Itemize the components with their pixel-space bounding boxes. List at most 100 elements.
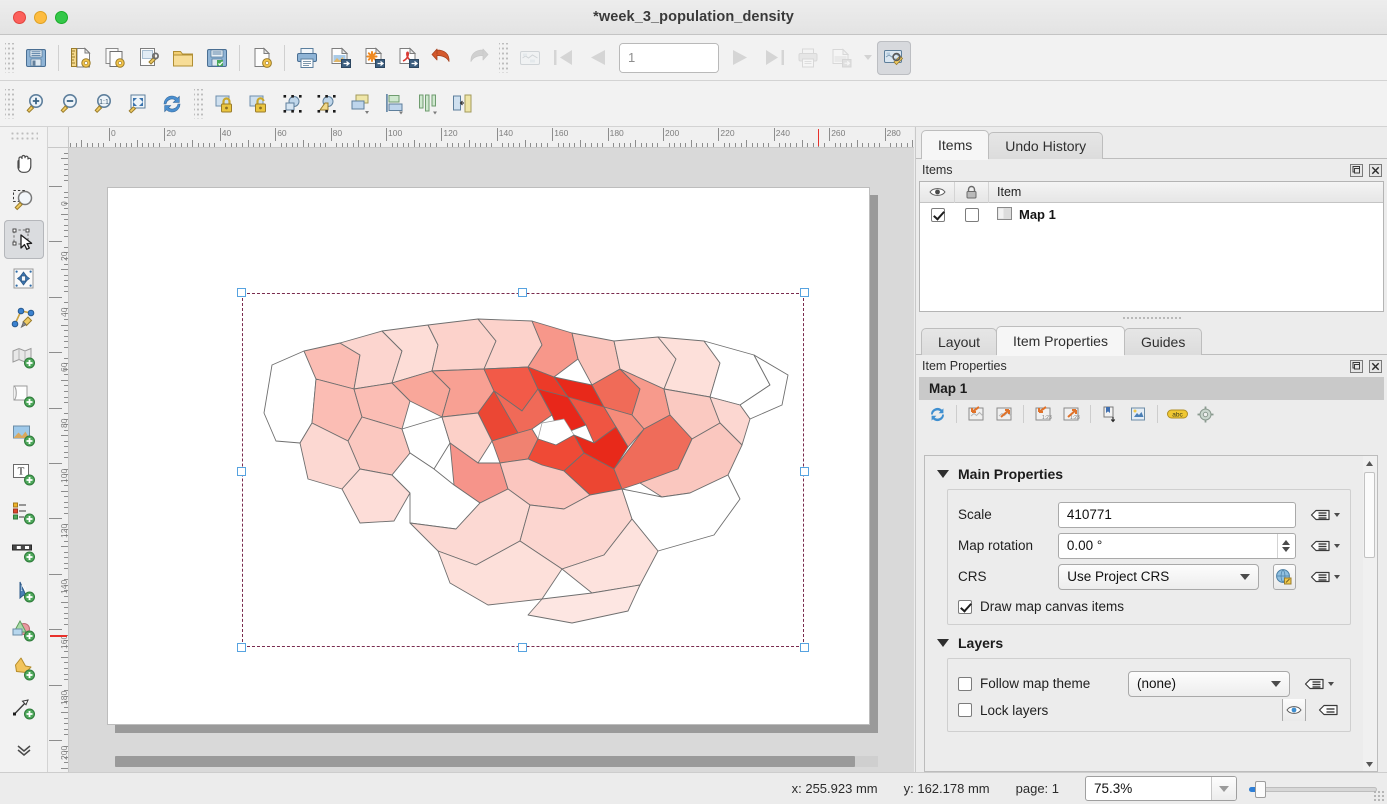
settings-gear-icon[interactable] — [1192, 402, 1218, 426]
atlas-settings-icon[interactable] — [513, 41, 547, 75]
view-toolbar-drag-handle[interactable] — [5, 89, 16, 119]
edit-nodes-tool[interactable] — [4, 298, 44, 337]
lock-layers-data-defined-override[interactable] — [1318, 700, 1340, 720]
add-node-shape-tool[interactable] — [4, 649, 44, 688]
tools-overflow-chevron-icon[interactable] — [14, 743, 34, 762]
set-canvas-scale-to-map-icon[interactable]: 1:23 — [1058, 402, 1084, 426]
lock-layers-checkbox[interactable] — [958, 703, 972, 717]
add-north-arrow-tool[interactable]: N — [4, 571, 44, 610]
set-map-extent-to-canvas-icon[interactable] — [963, 402, 989, 426]
collapse-triangle-icon[interactable] — [937, 639, 949, 647]
horizontal-ruler[interactable]: 020406080100120140160180200220240260280 — [69, 127, 914, 148]
save-project-icon[interactable] — [19, 41, 53, 75]
item-lock-checkbox[interactable] — [955, 203, 989, 226]
add-label-tool[interactable]: T — [4, 454, 44, 493]
resize-handle-w[interactable] — [237, 467, 246, 476]
tab-items[interactable]: Items — [921, 130, 989, 159]
zoom-level-value[interactable]: 75.3% — [1086, 777, 1211, 800]
abc-label-icon[interactable]: abc — [1164, 402, 1190, 426]
add-marker-tool[interactable] — [4, 610, 44, 649]
canvas-horizontal-scrollbar[interactable] — [115, 756, 878, 767]
scroll-up-arrow-icon[interactable] — [1363, 456, 1376, 470]
save-template-icon[interactable] — [200, 41, 234, 75]
section-main-properties-header[interactable]: Main Properties — [925, 456, 1363, 489]
resize-handle-se[interactable] — [800, 643, 809, 652]
distribute-items-icon[interactable] — [412, 87, 446, 121]
scale-input[interactable]: 410771 — [1058, 502, 1296, 528]
properties-vertical-scrollbar[interactable] — [1363, 455, 1378, 772]
bookmarks-icon[interactable] — [1097, 402, 1123, 426]
export-image-icon[interactable] — [324, 41, 358, 75]
add-picture-tool[interactable] — [4, 415, 44, 454]
new-layout-icon[interactable] — [64, 41, 98, 75]
undo-icon[interactable] — [426, 41, 460, 75]
properties-dock-close-icon[interactable] — [1367, 359, 1383, 374]
export-svg-icon[interactable] — [358, 41, 392, 75]
duplicate-layout-icon[interactable] — [98, 41, 132, 75]
add-legend-tool[interactable] — [4, 493, 44, 532]
layout-canvas[interactable] — [69, 148, 914, 772]
dock-splitter[interactable] — [1122, 312, 1182, 323]
items-dock-close-icon[interactable] — [1367, 163, 1383, 178]
lock-items-icon[interactable] — [208, 87, 242, 121]
add-shape-tool[interactable] — [4, 376, 44, 415]
atlas-print-icon[interactable] — [791, 41, 825, 75]
atlas-prev-feature-icon[interactable] — [581, 41, 615, 75]
align-items-icon[interactable] — [378, 87, 412, 121]
set-map-scale-to-canvas-icon[interactable]: 1:23 — [1030, 402, 1056, 426]
map-rotation-stepper[interactable] — [1277, 534, 1294, 558]
zoom-tool[interactable] — [4, 181, 44, 220]
atlas-page-field[interactable] — [619, 43, 719, 73]
tab-guides[interactable]: Guides — [1124, 328, 1202, 355]
scale-data-defined-override[interactable] — [1310, 505, 1340, 525]
section-layers-header[interactable]: Layers — [925, 625, 1363, 658]
crs-selector-button[interactable] — [1273, 564, 1296, 590]
item-row-label-wrap[interactable]: Map 1 — [989, 207, 1056, 223]
resize-handle-n[interactable] — [518, 288, 527, 297]
atlas-next-feature-icon[interactable] — [723, 41, 757, 75]
resize-items-icon[interactable] — [446, 87, 480, 121]
resize-handle-e[interactable] — [800, 467, 809, 476]
zoom-full-icon[interactable] — [121, 87, 155, 121]
draw-map-canvas-items-row[interactable]: Draw map canvas items — [958, 592, 1340, 614]
atlas-preview-icon[interactable] — [877, 41, 911, 75]
resize-handle-nw[interactable] — [237, 288, 246, 297]
atlas-last-feature-icon[interactable] — [757, 41, 791, 75]
open-folder-icon[interactable] — [166, 41, 200, 75]
item-properties-scroll-area[interactable]: Main Properties Scale 410771 Map rotatio… — [924, 455, 1363, 772]
atlas-page-input[interactable] — [620, 44, 719, 72]
resize-handle-sw[interactable] — [237, 643, 246, 652]
minimize-window-button[interactable] — [34, 11, 47, 24]
lock-layers-picker-button[interactable] — [1282, 699, 1306, 721]
refresh-icon[interactable] — [155, 87, 189, 121]
theme-data-defined-override[interactable] — [1304, 674, 1334, 694]
layout-manager-icon[interactable] — [132, 41, 166, 75]
zoom-slider[interactable] — [1249, 780, 1377, 798]
map-theme-select[interactable]: (none) — [1128, 671, 1290, 697]
item-visible-checkbox[interactable] — [920, 203, 955, 226]
export-pdf-icon[interactable] — [392, 41, 426, 75]
add-arrow-tool[interactable] — [4, 688, 44, 727]
labeling-icon[interactable] — [1125, 402, 1151, 426]
raise-items-icon[interactable] — [344, 87, 378, 121]
items-dock-float-icon[interactable] — [1348, 163, 1364, 178]
select-move-item-tool[interactable] — [4, 220, 44, 259]
scroll-down-arrow-icon[interactable] — [1363, 757, 1376, 771]
zoom-level-combo[interactable]: 75.3% — [1085, 776, 1237, 801]
ungroup-items-icon[interactable] — [310, 87, 344, 121]
atlas-export-dropdown-icon[interactable] — [859, 41, 877, 75]
window-controls[interactable] — [13, 11, 68, 24]
canvas-scrollbar-thumb[interactable] — [115, 756, 855, 767]
crs-data-defined-override[interactable] — [1310, 567, 1340, 587]
maximize-window-button[interactable] — [55, 11, 68, 24]
layout-page[interactable] — [107, 187, 870, 725]
rotation-data-defined-override[interactable] — [1310, 536, 1340, 556]
tab-layout[interactable]: Layout — [921, 328, 997, 355]
view-extent-in-canvas-icon[interactable] — [991, 402, 1017, 426]
update-map-preview-icon[interactable] — [924, 402, 950, 426]
zoom-level-dropdown-icon[interactable] — [1211, 777, 1236, 800]
move-item-content-tool[interactable] — [4, 259, 44, 298]
items-toolbar-drag-handle[interactable] — [194, 89, 205, 119]
tab-undo-history[interactable]: Undo History — [988, 132, 1103, 159]
zoom-slider-thumb[interactable] — [1255, 781, 1266, 798]
